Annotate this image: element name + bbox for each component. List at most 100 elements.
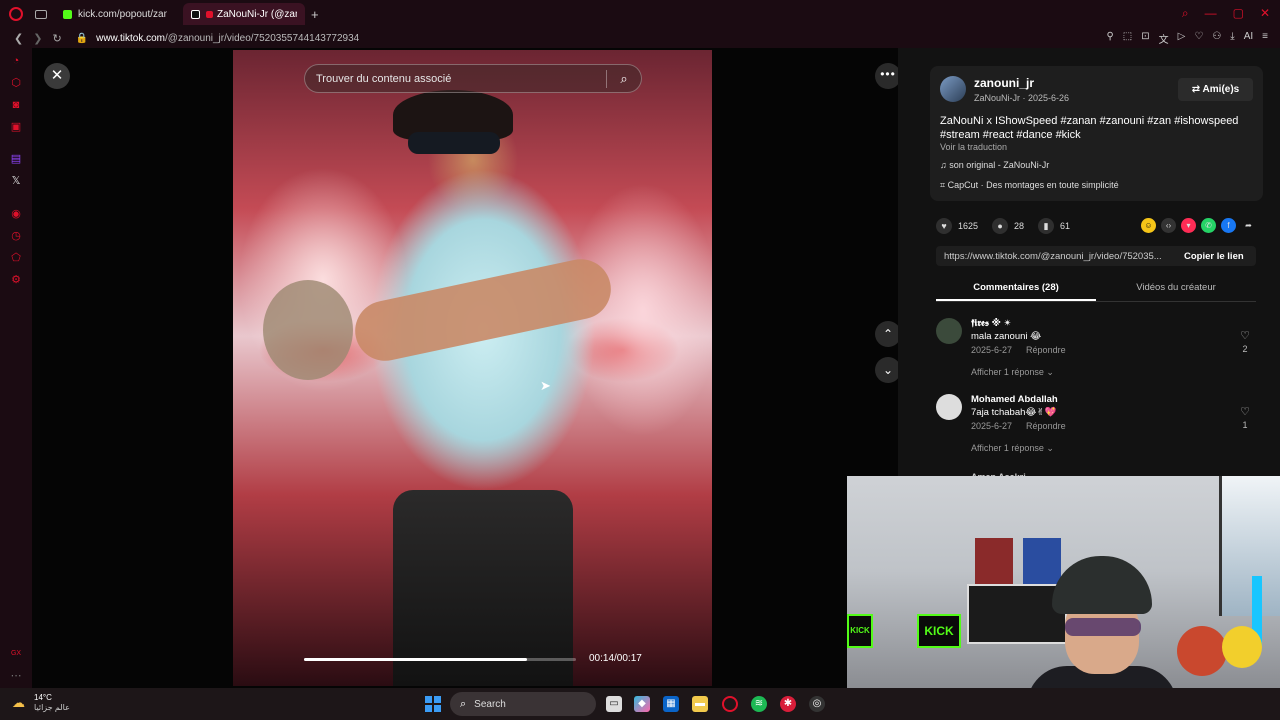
translate-link[interactable]: Voir la traduction <box>940 142 1007 152</box>
tab-creator-videos[interactable]: Vidéos du créateur <box>1096 280 1256 301</box>
facebook-icon[interactable]: f <box>1221 218 1236 233</box>
heart-outline-icon: ♡ <box>1240 330 1250 342</box>
whatsapp-icon[interactable]: ✆ <box>1201 218 1216 233</box>
panel-tabs: Commentaires (28) Vidéos du créateur <box>936 280 1256 302</box>
wallet-icon[interactable]: ⚇ <box>1212 31 1221 46</box>
lock-icon[interactable]: 🔒 <box>76 33 88 44</box>
avatar[interactable] <box>936 318 962 344</box>
show-replies-button[interactable]: Afficher 1 réponse ⌄ <box>971 443 1054 454</box>
comment-like-button[interactable]: ♡ 1 <box>1240 405 1250 430</box>
post-description: ZaNouNi x IShowSpeed #zanan #zanouni #za… <box>940 115 1239 141</box>
new-tab-button[interactable]: + <box>311 7 319 22</box>
reply-button[interactable]: Répondre <box>1026 421 1066 431</box>
history-icon[interactable]: ◷ <box>10 230 22 242</box>
close-video-button[interactable]: ✕ <box>44 63 70 89</box>
forward-button[interactable]: ❯ <box>33 32 42 45</box>
taskbar-search[interactable]: ⌕ Search <box>450 692 596 716</box>
username[interactable]: zanouni_jr <box>974 76 1034 90</box>
send-icon[interactable]: ▾ <box>1181 218 1196 233</box>
like-count: 1625 <box>958 221 979 231</box>
minimize-button[interactable]: — <box>1205 6 1217 21</box>
play-icon[interactable]: ▷ <box>1178 31 1186 46</box>
x-twitter-icon[interactable]: 𝕏 <box>10 175 22 187</box>
save-count: 61 <box>1060 221 1071 231</box>
ai-icon[interactable]: AI <box>1244 31 1253 46</box>
video-progress-fill <box>304 658 528 661</box>
video-progress-bar[interactable] <box>304 658 576 661</box>
menu-icon[interactable]: ≡ <box>1262 31 1268 46</box>
player-icon[interactable]: ▣ <box>10 121 22 133</box>
comment-author[interactable]: 𝖋𝖎𝖗𝖊𝖘 ※ ✴ <box>971 318 1011 329</box>
heart-icon[interactable]: ♡ <box>1194 31 1203 46</box>
heart-outline-icon: ♡ <box>1240 406 1250 418</box>
post-card: zanouni_jr ZaNouNi-Jr · 2025-6-26 ⇄ Ami(… <box>930 66 1263 201</box>
browser-tab-bar: kick.com/popout/zanouni/ ZaNouNi-Jr (@za… <box>0 0 1280 28</box>
pinboard-icon[interactable]: ◉ <box>10 208 22 220</box>
audio-playing-icon[interactable] <box>206 10 213 18</box>
gx-icon[interactable]: GX <box>10 648 22 660</box>
window-controls: ⌕ — ▢ ✕ <box>1182 6 1270 21</box>
download-icon[interactable]: ⤓ <box>1230 31 1234 46</box>
windows-start-icon[interactable] <box>425 696 441 712</box>
back-button[interactable]: ❮ <box>14 32 23 45</box>
extensions-icon[interactable]: ⬠ <box>10 252 22 264</box>
tab-kick[interactable]: kick.com/popout/zanouni/ <box>55 3 175 25</box>
capcut-icon: ⌗ <box>940 180 948 190</box>
url-field[interactable]: www.tiktok.com/@zanouni_jr/video/7520355… <box>96 33 359 44</box>
tab-tiktok[interactable]: ZaNouNi-Jr (@zanouni <box>183 3 305 25</box>
spotify-icon[interactable]: ≋ <box>751 696 767 712</box>
settings-icon[interactable]: ⚙ <box>10 274 22 286</box>
avatar[interactable] <box>940 76 966 102</box>
comment-icon[interactable]: ● <box>992 218 1009 234</box>
comment-text: 7aja tchabah😂✌💖 <box>971 407 1057 418</box>
reload-button[interactable]: ↻ <box>52 32 61 45</box>
show-replies-button[interactable]: Afficher 1 réponse ⌄ <box>971 367 1054 378</box>
file-explorer-icon[interactable]: ▬ <box>692 696 708 712</box>
crypto-icon[interactable]: ⬡ <box>10 77 22 89</box>
coin-icon[interactable]: ☺ <box>1141 218 1156 233</box>
pin-icon[interactable]: ⚲ <box>1106 31 1113 46</box>
share-arrow-icon[interactable]: ➦ <box>1241 218 1256 233</box>
store-icon[interactable]: ▦ <box>663 696 679 712</box>
close-window-button[interactable]: ✕ <box>1260 6 1270 21</box>
avatar[interactable] <box>936 394 962 420</box>
related-search-input[interactable]: Trouver du contenu associé ⌕ <box>304 64 642 93</box>
comment-author[interactable]: Mohamed Abdallah <box>971 394 1058 405</box>
obs-icon[interactable]: ◎ <box>809 696 825 712</box>
copy-link-button[interactable]: Copier le lien <box>1184 251 1244 262</box>
comment-like-button[interactable]: ♡ 2 <box>1240 329 1250 354</box>
search-tabs-icon[interactable]: ⌕ <box>1182 6 1189 21</box>
sound-link[interactable]: ♫ son original - ZaNouNi-Jr <box>940 160 1049 170</box>
opera-gx-icon[interactable] <box>722 696 738 712</box>
reply-button[interactable]: Répondre <box>1026 345 1066 355</box>
embed-icon[interactable]: ‹› <box>1161 218 1176 233</box>
like-icon[interactable]: ♥ <box>936 218 952 234</box>
bookmark-icon[interactable]: ▮ <box>1038 218 1055 234</box>
friends-button[interactable]: ⇄ Ami(e)s <box>1178 78 1253 101</box>
details-panel: zanouni_jr ZaNouNi-Jr · 2025-6-26 ⇄ Ami(… <box>898 48 1280 482</box>
snapshot-icon[interactable]: ⬚ <box>1123 31 1132 46</box>
tab-comments[interactable]: Commentaires (28) <box>936 280 1096 301</box>
maximize-button[interactable]: ▢ <box>1233 6 1244 21</box>
screenshot-icon[interactable]: ⊡ <box>1141 31 1149 46</box>
opera-logo-icon[interactable] <box>9 7 23 21</box>
twitch-icon[interactable]: ▤ <box>10 153 22 165</box>
taskbar: ☁ 14°C عالم جزائيا ⌕ Search ▭ ◆ ▦ ▬ ≋ ✱ ◎ <box>0 688 1280 720</box>
copilot-icon[interactable]: ◆ <box>634 696 650 712</box>
weather-widget[interactable]: ☁ 14°C عالم جزائيا <box>12 693 70 713</box>
task-view-icon[interactable]: ▭ <box>606 696 622 712</box>
streamer <box>1027 556 1177 688</box>
capcut-link[interactable]: ⌗ CapCut · Des montages en toute simplic… <box>940 180 1119 191</box>
messenger-icon[interactable]: ◙ <box>10 99 22 111</box>
video-player[interactable] <box>233 50 712 686</box>
search-icon: ⌕ <box>460 697 467 710</box>
address-bar: ❮ ❯ ↻ 🔒 www.tiktok.com/@zanouni_jr/video… <box>0 28 1280 48</box>
app-icon[interactable]: ✱ <box>780 696 796 712</box>
aria-icon[interactable]: ◔ <box>10 55 22 67</box>
search-icon[interactable]: ⌕ <box>607 71 641 87</box>
address-bar-tools: ⚲ ⬚ ⊡ 文 ▷ ♡ ⚇ ⤓ AI ≡ <box>1106 31 1268 46</box>
sidebar-more-icon[interactable]: ⋯ <box>10 670 22 682</box>
translate-icon[interactable]: 文 <box>1159 31 1169 46</box>
share-link-text[interactable]: https://www.tiktok.com/@zanouni_jr/video… <box>944 251 1174 262</box>
tab-switcher-icon[interactable] <box>35 9 47 19</box>
